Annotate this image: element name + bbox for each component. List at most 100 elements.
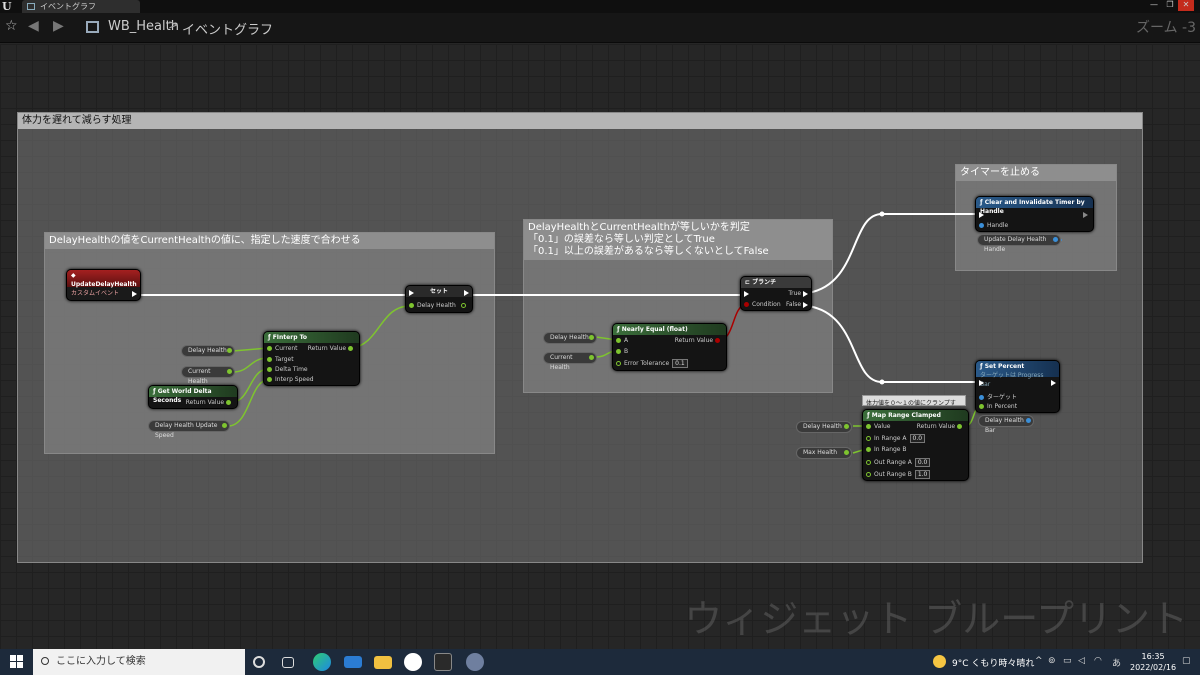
target-pin[interactable]: ターゲット xyxy=(979,392,1017,401)
taskbar-search-input[interactable]: ここに入力して検索 xyxy=(33,649,245,675)
ime-indicator[interactable]: あ xyxy=(1112,656,1121,669)
nearly-equal-title: Nearly Equal (float) xyxy=(621,326,688,333)
pin-error-tolerance[interactable]: Error Tolerance 0.1 xyxy=(616,359,688,368)
finterp-header: ƒ FInterp To xyxy=(264,332,359,343)
branch-condition[interactable]: Condition xyxy=(744,301,781,308)
close-button[interactable]: ✕ xyxy=(1178,0,1194,11)
notification-icon[interactable]: ▢ xyxy=(1182,656,1191,666)
exec-out-pin[interactable] xyxy=(132,290,137,297)
pin-delta-time[interactable]: Delta Time xyxy=(267,366,308,373)
out-range-a-pin[interactable]: Out Range A 0.0 xyxy=(866,458,931,467)
wires xyxy=(138,211,1062,454)
branch-exec-in[interactable] xyxy=(744,290,749,297)
favorite-star-icon[interactable]: ☆ xyxy=(5,18,18,34)
out-b-input[interactable]: 1.0 xyxy=(914,470,931,479)
world-delta-node[interactable]: ƒ Get World Delta Seconds Return Value xyxy=(148,385,238,409)
weather-text[interactable]: 9°C くもり時々晴れ xyxy=(952,656,1034,669)
var-max-health[interactable]: Max Health xyxy=(796,447,852,459)
explorer-icon[interactable] xyxy=(374,656,392,669)
var-delay-health-1[interactable]: Delay Health xyxy=(181,345,235,357)
custom-event-title: UpdateDelayHealth xyxy=(71,281,137,288)
tray-app-icon[interactable]: ⊚ xyxy=(1048,656,1056,666)
set-exec-in[interactable] xyxy=(409,289,414,296)
finterp-node[interactable]: ƒ FInterp To Current Target Delta Time I… xyxy=(263,331,360,386)
volume-icon[interactable]: ◁ xyxy=(1078,656,1085,666)
out-range-b-pin[interactable]: Out Range B 1.0 xyxy=(866,470,931,479)
task-view-icon[interactable] xyxy=(282,657,294,668)
tab-event-graph[interactable]: イベントグラフ xyxy=(22,0,140,13)
nearly-equal-node[interactable]: ƒ Nearly Equal (float) A B Error Toleran… xyxy=(612,323,727,371)
pin-a[interactable]: A xyxy=(616,337,628,344)
var-update-handle[interactable]: Update Delay Health Handle xyxy=(977,234,1061,253)
unreal-taskbar-icon[interactable] xyxy=(404,653,422,671)
pin-return-value[interactable]: Return Value xyxy=(308,345,356,352)
forward-arrow-icon[interactable]: ▶ xyxy=(53,18,64,34)
custom-event-header: ◆ UpdateDelayHealth カスタムイベント xyxy=(67,270,140,297)
return-label: Return Value xyxy=(674,337,714,344)
set-node[interactable]: セット Delay Health xyxy=(405,285,473,313)
pin-target[interactable]: Target xyxy=(267,356,294,363)
network-icon[interactable]: ◠ xyxy=(1094,656,1102,666)
clear-exec-in[interactable] xyxy=(979,211,984,218)
branch-false[interactable]: False xyxy=(786,301,808,308)
value-pin[interactable]: Value xyxy=(866,423,890,430)
unreal-logo-icon: U xyxy=(2,0,12,13)
tolerance-input[interactable]: 0.1 xyxy=(672,359,688,368)
set-percent-exec-out[interactable] xyxy=(1051,379,1056,386)
tray-chevron-icon[interactable]: ^ xyxy=(1035,656,1043,666)
var-delay-health-3[interactable]: Delay Health xyxy=(796,421,852,433)
var-delay-health-2[interactable]: Delay Health xyxy=(543,332,597,344)
map-range-return[interactable]: Return Value xyxy=(917,423,965,430)
breadcrumb-graph[interactable]: イベントグラフ xyxy=(182,19,273,38)
zoom-level: ズーム -3 xyxy=(1136,20,1196,36)
map-range-title: Map Range Clamped xyxy=(871,412,941,419)
search-icon xyxy=(41,657,49,665)
set-out-pin[interactable] xyxy=(461,302,469,309)
in-percent-label: In Percent xyxy=(987,403,1018,410)
clear-timer-node[interactable]: ƒ Clear and Invalidate Timer by Handle H… xyxy=(975,196,1094,232)
map-range-node[interactable]: ƒ Map Range Clamped Value In Range A 0.0 … xyxy=(862,409,969,481)
nearly-equal-return[interactable]: Return Value xyxy=(675,337,723,344)
windows-start-icon[interactable] xyxy=(10,655,23,668)
map-range-tooltip: 体力値を０～１の値にクランプする。 xyxy=(862,395,966,416)
world-delta-return[interactable]: Return Value xyxy=(186,399,234,406)
pin-current[interactable]: Current xyxy=(267,345,298,352)
set-title: セット xyxy=(406,286,472,297)
set-percent-exec-in[interactable] xyxy=(979,379,984,386)
custom-event-node[interactable]: ◆ UpdateDelayHealth カスタムイベント xyxy=(66,269,141,301)
set-exec-out[interactable] xyxy=(464,289,469,296)
mail-icon[interactable] xyxy=(344,656,362,668)
app-icon[interactable] xyxy=(466,653,484,671)
in-percent-pin[interactable]: In Percent xyxy=(979,403,1017,410)
cortana-icon[interactable] xyxy=(253,656,265,668)
finterp-title: FInterp To xyxy=(272,334,308,341)
epic-games-icon[interactable] xyxy=(434,653,452,671)
graph-canvas[interactable]: 体力を遅れて減らす処理 DelayHealthの値をCurrentHealthの… xyxy=(0,44,1200,649)
set-pin-label: Delay Health xyxy=(417,302,456,309)
edge-icon[interactable] xyxy=(313,653,331,671)
minimize-button[interactable]: — xyxy=(1146,0,1162,11)
battery-icon[interactable]: ▭ xyxy=(1063,656,1072,666)
back-arrow-icon[interactable]: ◀ xyxy=(28,18,39,34)
set-percent-node[interactable]: ƒ Set Percent ターゲットは Progress Bar ターゲット I… xyxy=(975,360,1060,413)
in-range-a-pin[interactable]: In Range A 0.0 xyxy=(866,434,926,443)
restore-button[interactable]: ❐ xyxy=(1162,0,1178,11)
clear-exec-out[interactable] xyxy=(1083,211,1088,218)
in-a-input[interactable]: 0.0 xyxy=(909,434,926,443)
pin-return-label: Return Value xyxy=(307,345,347,352)
var-delay-update-speed[interactable]: Delay Health Update Speed xyxy=(148,420,230,439)
pin-interp-speed[interactable]: Interp Speed xyxy=(267,376,314,383)
var-current-health-1[interactable]: Current Health xyxy=(181,366,235,385)
taskbar-clock[interactable]: 16:35 2022/02/16 xyxy=(1130,651,1176,673)
set-delay-health-pin[interactable]: Delay Health xyxy=(409,302,456,309)
var-delay-health-bar[interactable]: Delay Health Bar xyxy=(978,415,1034,434)
graph-tab-icon xyxy=(27,3,35,10)
nearly-equal-header: ƒ Nearly Equal (float) xyxy=(613,324,726,335)
var-current-health-2[interactable]: Current Health xyxy=(543,352,597,371)
pin-b[interactable]: B xyxy=(616,348,628,355)
handle-pin[interactable]: Handle xyxy=(979,222,1008,229)
branch-node[interactable]: ⊏ ブランチ Condition True False xyxy=(740,276,812,311)
out-a-input[interactable]: 0.0 xyxy=(914,458,931,467)
branch-true[interactable]: True xyxy=(788,290,808,297)
in-range-b-pin[interactable]: In Range B xyxy=(866,446,907,453)
